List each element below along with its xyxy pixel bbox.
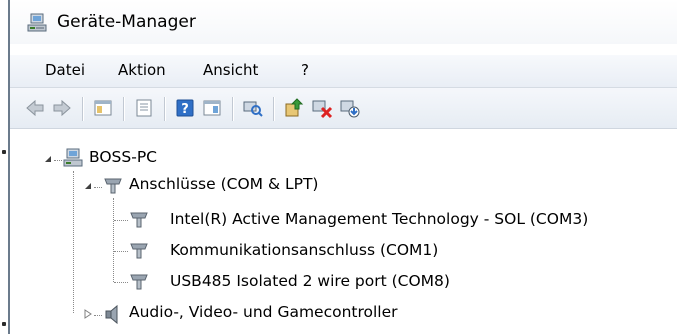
device-label: Kommunikationsanschluss (COM1) [170,241,439,259]
speaker-icon [105,304,118,325]
scan-for-hardware-icon[interactable] [242,97,264,119]
category-label: Anschlüsse (COM & LPT) [129,175,319,193]
toolbar-separator [164,97,166,121]
tree-connector [114,220,128,221]
help-icon[interactable]: ? [174,97,196,119]
port-connector-icon [130,243,148,259]
menu-aktion[interactable]: Aktion [118,61,166,79]
window-left-edge [0,0,10,334]
port-connector-icon [130,212,148,228]
toolbar-separator [273,97,275,121]
menu-help[interactable]: ? [301,61,309,79]
menu-bar: Datei Aktion Ansicht ? [10,55,677,88]
properties-icon[interactable] [133,97,155,119]
tree-connector [94,315,102,316]
back-icon[interactable] [24,97,46,119]
port-connector-icon [130,274,148,290]
action-pane-icon[interactable] [201,97,223,119]
menu-datei[interactable]: Datei [45,61,85,79]
toolbar-separator [232,97,234,121]
category-label: Audio-, Video- und Gamecontroller [129,303,398,321]
disable-device-icon[interactable] [339,97,361,119]
update-driver-icon[interactable] [283,97,305,119]
device-label: USB485 Isolated 2 wire port (COM8) [170,272,450,290]
show-hide-console-tree-icon[interactable] [92,97,114,119]
tree-connector [113,198,114,282]
tree-root-label: BOSS-PC [89,148,158,166]
menu-ansicht[interactable]: Ansicht [203,61,258,79]
device-tree: BOSS-PC Anschlüsse (COM & LPT) Intel(R) … [10,129,677,334]
edge-marker [2,150,6,154]
toolbar-separator [123,97,125,121]
computer-icon [63,148,83,167]
device-label: Intel(R) Active Management Technology - … [170,210,589,228]
toolbar-separator [82,97,84,121]
tree-connector [94,187,102,188]
forward-icon[interactable] [51,97,73,119]
tree-connector [114,282,128,283]
tree-connector [54,160,62,161]
tree-connector [114,251,128,252]
uninstall-icon[interactable] [311,97,333,119]
device-manager-icon [27,13,47,32]
expand-arrow-icon[interactable] [83,309,93,319]
collapse-arrow-icon[interactable] [43,154,53,164]
edge-marker [2,322,6,326]
toolbar: ? [10,88,677,129]
device-manager-window: Geräte-Manager Datei Aktion Ansicht ? ? … [10,0,677,334]
port-connector-icon [104,178,122,194]
tree-connector [73,171,74,313]
window-title: Geräte-Manager [57,12,196,32]
svg-text:?: ? [181,102,189,117]
title-bar: Geräte-Manager [10,0,677,44]
collapse-arrow-icon[interactable] [83,181,93,191]
